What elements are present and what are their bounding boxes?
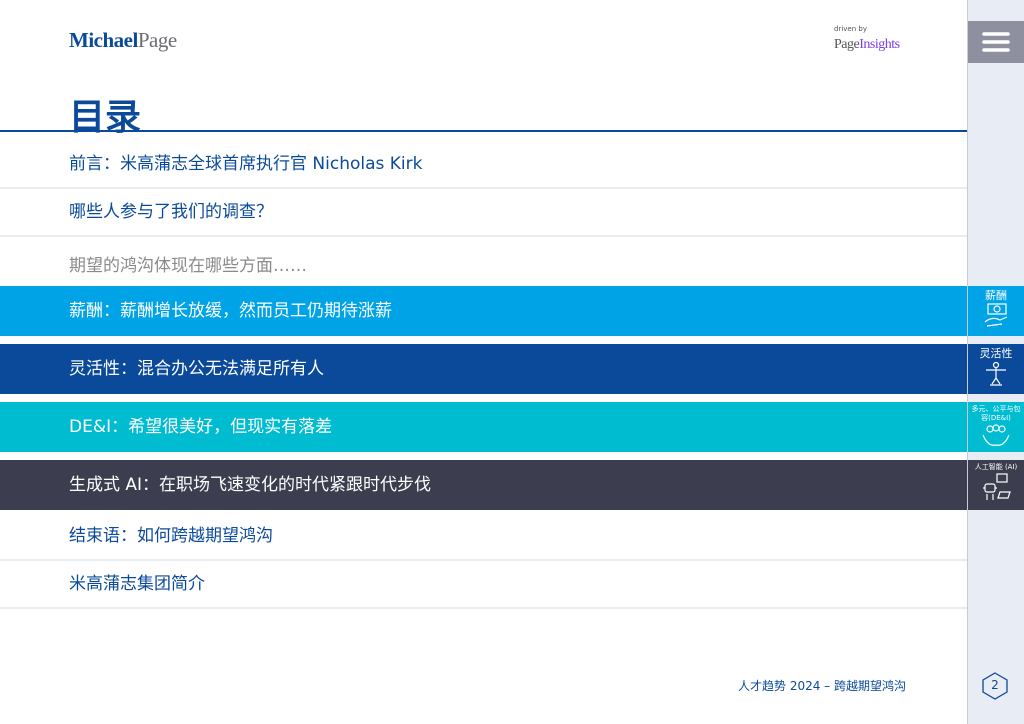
- person-desk-icon: [986, 361, 1006, 386]
- toc-item-dei[interactable]: DE&I：希望很美好，但现实有落差: [0, 402, 967, 452]
- toc-section-heading: 期望的鸿沟体现在哪些方面……: [69, 256, 307, 276]
- michael-page-logo: MichaelPage: [69, 28, 177, 52]
- toc-item-flexibility[interactable]: 灵活性：混合办公无法满足所有人: [0, 344, 967, 394]
- page-number-badge: 2: [982, 672, 1008, 700]
- page-title: 目录: [69, 97, 142, 138]
- main-content: MichaelPage driven by PageInsights 目录 前言：…: [0, 0, 967, 724]
- people-hands-icon: [982, 424, 1010, 446]
- toc-item-foreword[interactable]: 前言：米高蒲志全球首席执行官 Nicholas Kirk: [0, 142, 967, 189]
- toc-item-about[interactable]: 米高蒲志集团简介: [0, 562, 967, 609]
- side-nav: 薪酬 灵活性 多元、公平与包容(DE&I) 人工智能 (AI) 2: [967, 0, 1024, 724]
- toc-item-conclusion[interactable]: 结束语：如何跨越期望鸿沟: [0, 514, 967, 561]
- side-tab-salary[interactable]: 薪酬: [968, 286, 1024, 336]
- robot-icon: [983, 473, 1011, 500]
- hamburger-icon: [982, 32, 1010, 52]
- hand-money-icon: [984, 303, 1008, 327]
- toc-item-salary[interactable]: 薪酬：薪酬增长放缓，然而员工仍期待涨薪: [0, 286, 967, 336]
- side-tab-flexibility[interactable]: 灵活性: [968, 344, 1024, 394]
- title-divider: [0, 130, 967, 132]
- side-tab-dei[interactable]: 多元、公平与包容(DE&I): [968, 402, 1024, 452]
- menu-button[interactable]: [968, 21, 1024, 63]
- side-tab-ai[interactable]: 人工智能 (AI): [968, 460, 1024, 510]
- page-insights-logo: driven by PageInsights: [834, 25, 900, 52]
- toc-item-survey[interactable]: 哪些人参与了我们的调查？: [0, 190, 967, 237]
- footer-text: 人才趋势 2024 – 跨越期望鸿沟: [738, 679, 906, 693]
- toc-item-ai[interactable]: 生成式 AI：在职场飞速变化的时代紧跟时代步伐: [0, 460, 967, 510]
